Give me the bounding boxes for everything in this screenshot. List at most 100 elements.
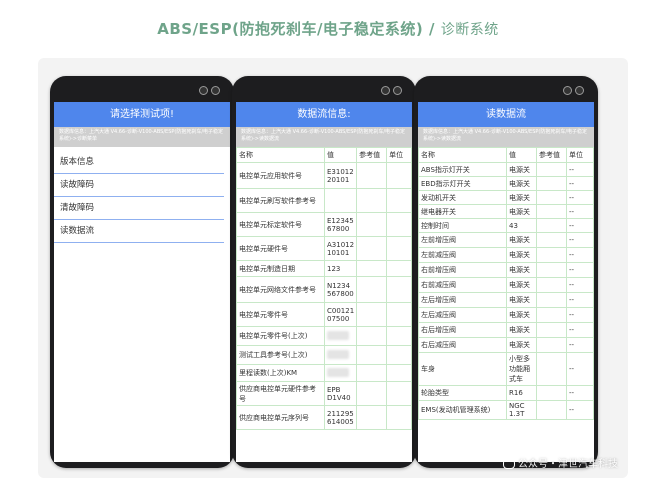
menu-item-read-fault-codes[interactable]: 读故障码 [54,174,224,197]
table-row: 发动机开关 电源关 -- [418,190,594,205]
table-row: 电控单元零件号(上次) [236,326,412,346]
cell-value: A31012 10101 [323,236,358,261]
cell-name: 左后增压阀 [418,292,507,308]
header-separator: / [429,20,436,38]
menu-item-clear-fault-codes[interactable]: 清故障码 [54,197,224,220]
cell-value: 电源关 [506,307,537,323]
table-header-row: 名称 值 参考值 单位 [236,147,412,163]
table-row: 电控单元网络文件参考号 N1234 567800 [236,276,412,303]
table-row: 供应商电控单元序列号 211295 614005 [236,405,412,430]
cell-value: 电源关 [506,190,537,205]
cell-unit: -- [566,307,594,323]
table-header-row: 名称 值 参考值 单位 [418,147,594,163]
cell-unit: -- [566,232,594,248]
column-header-name: 名称 [418,147,507,163]
cell-value: 电源关 [506,337,537,353]
cell-reference [356,162,388,189]
table-row: 右后减压阀 电源关 -- [418,337,594,353]
cell-value: 电源关 [506,322,537,338]
cell-unit: -- [566,352,594,386]
page-header: ABS/ESP(防抱死刹车/电子稳定系统) / 诊断系统 [0,18,656,39]
wechat-icon [503,459,515,469]
cell-reference [356,276,388,303]
table-row: 电控单元刷写软件参考号 [236,188,412,213]
cell-value: 电源关 [506,162,537,177]
cell-unit: -- [566,162,594,177]
cell-name: 车身 [418,352,507,386]
cell-name: 发动机开关 [418,190,507,205]
database-info: 数据库信息：上汽大通 V4.66-诊断-V100-ABS/ESP(防抱死刹车/电… [236,127,412,147]
screen-read-data-stream: 读数据流 数据库信息：上汽大通 V4.66-诊断-V100-ABS/ESP(防抱… [418,102,594,462]
cell-name: 轮胎类型 [418,385,507,401]
data-table: 名称 值 参考值 单位 ABS指示灯开关 电源关 -- EBD指示灯开关 电源关 -- 发动… [418,147,594,420]
cell-reference [356,188,388,213]
cell-value [323,345,358,365]
cell-unit: -- [566,190,594,205]
table-row: 电控单元制造日期 123 [236,260,412,277]
cell-name: 控制时间 [418,218,507,233]
cell-unit: -- [566,322,594,338]
table-row: 供应商电控单元硬件参考号 EPB D1V40 [236,381,412,406]
cell-name: 电控单元硬件号 [236,236,325,261]
cell-unit [386,212,412,237]
table-row: 右后增压阀 电源关 -- [418,322,594,338]
column-header-name: 名称 [236,147,325,163]
cell-name: 电控单元零件号 [236,302,325,327]
cell-value: EPB D1V40 [323,381,358,406]
table-row: 控制时间 43 -- [418,218,594,233]
cell-value: N1234 567800 [323,276,358,303]
column-header-unit: 单位 [566,147,594,163]
cell-name: EMS(发动机管理系统) [418,400,507,420]
cell-unit: -- [566,337,594,353]
cell-reference [356,236,388,261]
column-header-value: 值 [323,147,358,163]
cell-name: 右前减压阀 [418,277,507,293]
cell-unit: -- [566,277,594,293]
cell-reference [536,307,567,323]
cell-reference [536,385,567,401]
table-row: 左后增压阀 电源关 -- [418,292,594,308]
table-row: 电控单元标定软件号 E12345 67800 [236,212,412,237]
cell-reference [536,292,567,308]
cell-value: C00121 07500 [323,302,358,327]
cell-value: R16 [506,385,537,401]
cell-reference [536,262,567,278]
cell-reference [536,247,567,263]
menu-item-version-info[interactable]: 版本信息 [54,151,224,174]
title-bar: 数据流信息: [236,102,412,127]
cell-name: 测试工具参考号(上次) [236,345,325,365]
cell-value [323,364,358,382]
table-row: 右前减压阀 电源关 -- [418,277,594,293]
cell-reference [356,364,388,382]
cell-value: 211295 614005 [323,405,358,430]
table-row: EBD指示灯开关 电源关 -- [418,176,594,191]
cell-unit: -- [566,218,594,233]
cell-value: NGC 1.3T [506,400,537,420]
cell-unit [386,236,412,261]
cell-reference [536,232,567,248]
column-header-unit: 单位 [386,147,412,163]
cell-name: 右前增压阀 [418,262,507,278]
menu-list: 版本信息 读故障码 清故障码 读数据流 [54,147,230,243]
table-row: ABS指示灯开关 电源关 -- [418,162,594,177]
cell-name: 继电器开关 [418,204,507,219]
phone-menu: 请选择测试项! 数据库信息：上汽大通 V4.66-诊断-V100-ABS/ESP… [50,76,234,468]
cell-name: 电控单元刷写软件参考号 [236,188,325,213]
menu-item-read-data-stream[interactable]: 读数据流 [54,220,224,243]
database-info: 数据库信息：上汽大通 V4.66-诊断-V100-ABS/ESP(防抱死刹车/电… [418,127,594,147]
cell-value: 电源关 [506,204,537,219]
cell-reference [536,322,567,338]
redacted-value [327,330,349,340]
cell-unit [386,326,412,346]
cell-reference [536,400,567,420]
cell-unit [386,188,412,213]
screen-menu: 请选择测试项! 数据库信息：上汽大通 V4.66-诊断-V100-ABS/ESP… [54,102,230,462]
table-row: 继电器开关 电源关 -- [418,204,594,219]
cell-reference [356,260,388,277]
cell-reference [356,381,388,406]
header-title: ABS/ESP(防抱死刹车/电子稳定系统) [157,20,424,38]
camera-icon [563,86,584,95]
table-row: 里程读数(上次)KM [236,364,412,382]
column-header-reference: 参考值 [356,147,388,163]
cell-name: 电控单元网络文件参考号 [236,276,325,303]
